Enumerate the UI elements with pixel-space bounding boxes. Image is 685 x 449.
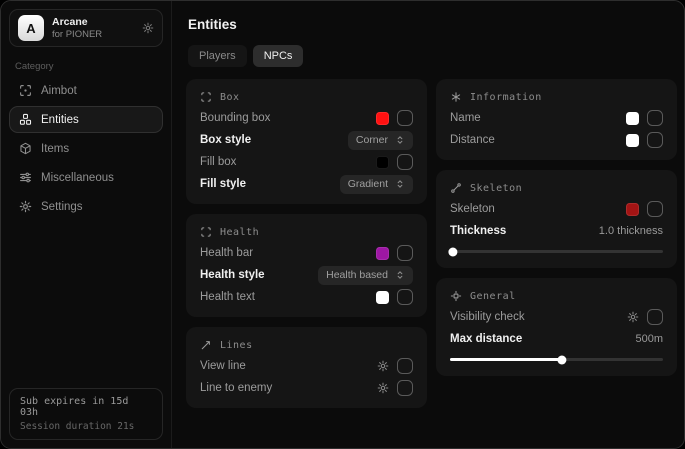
checkbox-fill-box[interactable] — [397, 154, 413, 170]
card-information-header: Information — [450, 89, 663, 105]
color-swatch[interactable] — [626, 203, 639, 216]
checkbox-name[interactable] — [647, 110, 663, 126]
subscription-info: Sub expires in 15d 03h Session duration … — [9, 388, 163, 440]
setting-row-box-style: Box style Corner — [200, 129, 413, 151]
page-title: Entities — [188, 17, 677, 32]
setting-row-line-to-enemy: Line to enemy — [200, 377, 413, 399]
card-skeleton-header: Skeleton — [450, 180, 663, 196]
card-box: Box Bounding box Box style Corner — [186, 79, 427, 204]
setting-row-health-text: Health text — [200, 286, 413, 308]
entities-icon — [19, 113, 32, 126]
color-swatch[interactable] — [376, 247, 389, 260]
sidebar-item-miscellaneous[interactable]: Miscellaneous — [9, 164, 163, 191]
health-style-dropdown[interactable]: Health based — [318, 266, 413, 285]
card-lines: Lines View line — [186, 327, 427, 408]
card-general-header: General — [450, 288, 663, 304]
unfold-icon — [395, 179, 405, 189]
setting-row-fill-style: Fill style Gradient — [200, 173, 413, 195]
card-skeleton: Skeleton Skeleton Thickness 1.0 thicknes… — [436, 170, 677, 268]
app-window: A Arcane for PIONER Category Aimbot — [0, 0, 685, 449]
gear-icon[interactable] — [377, 382, 389, 394]
app-name: Arcane — [52, 16, 102, 29]
app-title-block: Arcane for PIONER — [52, 16, 102, 41]
checkbox-distance[interactable] — [647, 132, 663, 148]
brackets-icon — [200, 91, 212, 103]
color-swatch[interactable] — [626, 112, 639, 125]
sub-expiry-text: Sub expires in 15d 03h — [20, 396, 152, 418]
sidebar-item-label: Settings — [41, 201, 83, 213]
thickness-value: 1.0 thickness — [599, 225, 663, 237]
setting-row-health-style: Health style Health based — [200, 264, 413, 286]
checkbox-health-bar[interactable] — [397, 245, 413, 261]
checkbox-visibility-check[interactable] — [647, 309, 663, 325]
setting-row-visibility-check: Visibility check — [450, 306, 663, 328]
checkbox-skeleton[interactable] — [647, 201, 663, 217]
sidebar: A Arcane for PIONER Category Aimbot — [1, 1, 172, 448]
setting-row-distance: Distance — [450, 129, 663, 151]
card-information: Information Name Distance — [436, 79, 677, 160]
tab-npcs[interactable]: NPCs — [253, 45, 304, 67]
sidebar-item-label: Items — [41, 143, 69, 155]
color-swatch[interactable] — [376, 291, 389, 304]
category-label: Category — [15, 61, 157, 72]
setting-row-view-line: View line — [200, 355, 413, 377]
tab-bar: Players NPCs — [188, 45, 677, 67]
sidebar-item-label: Miscellaneous — [41, 172, 114, 184]
checkbox-view-line[interactable] — [397, 358, 413, 374]
cube-icon — [19, 142, 32, 155]
tab-players[interactable]: Players — [188, 45, 247, 67]
setting-row-thickness: Thickness 1.0 thickness — [450, 220, 663, 242]
card-lines-header: Lines — [200, 337, 413, 353]
setting-row-name: Name — [450, 107, 663, 129]
setting-row-bounding-box: Bounding box — [200, 107, 413, 129]
gear-icon[interactable] — [142, 22, 154, 34]
fill-style-dropdown[interactable]: Gradient — [340, 175, 413, 194]
checkbox-bounding-box[interactable] — [397, 110, 413, 126]
setting-row-fill-box: Fill box — [200, 151, 413, 173]
checkbox-health-text[interactable] — [397, 289, 413, 305]
unfold-icon — [395, 270, 405, 280]
gear-icon[interactable] — [377, 360, 389, 372]
setting-row-skeleton: Skeleton — [450, 198, 663, 220]
card-general: General Visibility check — [436, 278, 677, 376]
gear-icon — [19, 200, 32, 213]
line-arrow-icon — [200, 339, 212, 351]
bone-icon — [450, 182, 462, 194]
box-style-dropdown[interactable]: Corner — [348, 131, 413, 150]
thickness-slider[interactable] — [450, 250, 663, 253]
sliders-icon — [19, 171, 32, 184]
checkbox-line-to-enemy[interactable] — [397, 380, 413, 396]
color-swatch[interactable] — [626, 134, 639, 147]
color-swatch[interactable] — [376, 156, 389, 169]
app-logo: A — [18, 15, 44, 41]
sidebar-item-aimbot[interactable]: Aimbot — [9, 77, 163, 104]
sidebar-item-settings[interactable]: Settings — [9, 193, 163, 220]
main-content: Entities Players NPCs Box Bounding box — [172, 1, 685, 448]
setting-row-health-bar: Health bar — [200, 242, 413, 264]
sidebar-item-entities[interactable]: Entities — [9, 106, 163, 133]
card-health-header: Health — [200, 224, 413, 240]
brackets-icon — [200, 226, 212, 238]
sidebar-item-items[interactable]: Items — [9, 135, 163, 162]
crosshair-icon — [19, 84, 32, 97]
slider-thumb[interactable] — [449, 247, 458, 256]
unfold-icon — [395, 135, 405, 145]
sidebar-item-label: Aimbot — [41, 85, 77, 97]
gear-icon[interactable] — [627, 311, 639, 323]
session-duration-text: Session duration 21s — [20, 421, 152, 432]
sun-icon — [450, 290, 462, 302]
app-header: A Arcane for PIONER — [9, 9, 163, 47]
slider-thumb[interactable] — [557, 355, 566, 364]
color-swatch[interactable] — [376, 112, 389, 125]
max-distance-slider[interactable] — [450, 358, 663, 361]
asterisk-icon — [450, 91, 462, 103]
card-health: Health Health bar Health style Health ba… — [186, 214, 427, 317]
card-box-header: Box — [200, 89, 413, 105]
sidebar-item-label: Entities — [41, 114, 79, 126]
app-subtitle: for PIONER — [52, 29, 102, 41]
max-distance-value: 500m — [635, 333, 663, 345]
setting-row-max-distance: Max distance 500m — [450, 328, 663, 350]
